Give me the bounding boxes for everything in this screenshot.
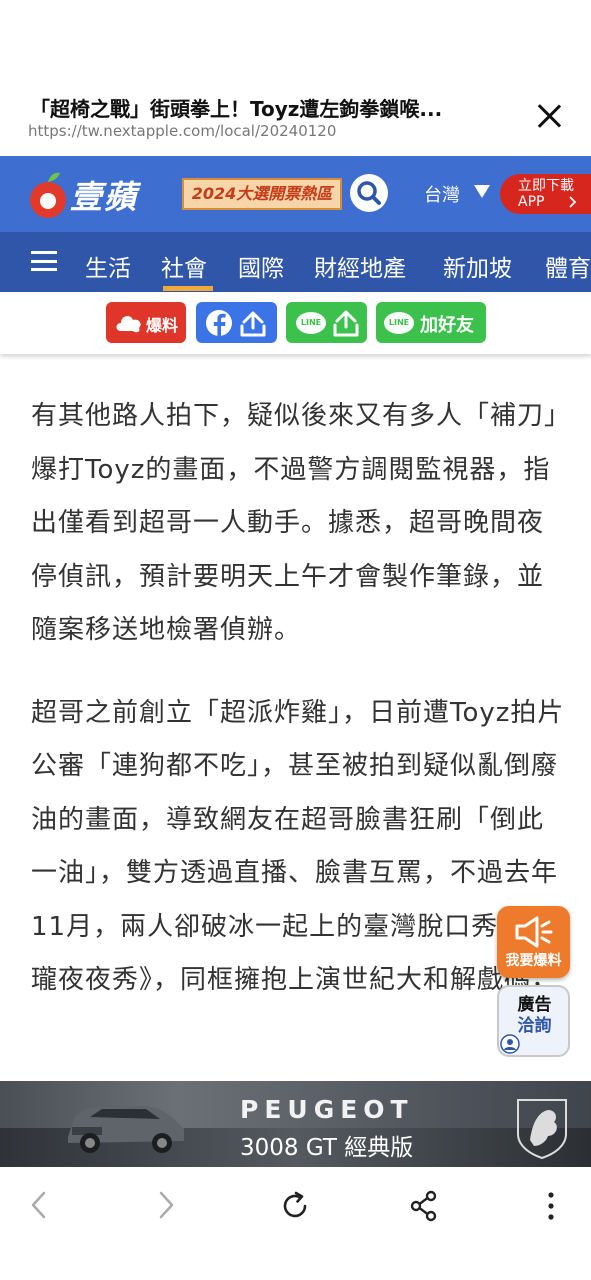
chevron-right-icon [569,196,577,208]
app-button-line2: APP [518,194,545,210]
apple-logo-icon[interactable] [28,170,68,220]
page-url[interactable]: https://tw.nextapple.com/local/20240120 [28,122,336,140]
person-icon [500,1034,520,1054]
region-selector[interactable]: 台灣 [424,181,460,207]
page-title: 「超椅之戰」街頭拳上！Toyz遭左鉤拳鎖喉... [30,97,443,121]
nav-item-singapore[interactable]: 新加坡 [443,249,512,283]
add-friend-label: 加好友 [420,315,474,336]
forward-arrow-icon[interactable] [155,1190,177,1220]
site-logo-text[interactable]: 壹蘋 [70,172,138,218]
ad-model-text: 3008 GT 經典版 [240,1135,414,1161]
line-icon: LINE [384,312,414,334]
article-paragraph: 超哥之前創立「超派炸雞」，日前遭Toyz拍片公審「連狗都不吃」，甚至被拍到疑似亂… [31,697,565,996]
back-arrow-icon[interactable] [28,1190,50,1220]
nav-item-finance[interactable]: 財經地產 [314,249,406,283]
cloud-megaphone-icon [116,316,141,333]
line-icon: LINE [296,312,326,334]
nav-item-sports[interactable]: 體育 [545,249,591,283]
search-button[interactable] [350,174,388,212]
peugeot-lion-logo-icon [517,1099,567,1160]
browser-title-bar: 「超椅之戰」街頭拳上！Toyz遭左鉤拳鎖喉... https://tw.next… [0,0,591,156]
car-image [68,1106,184,1153]
ad-brand-text: PEUGEOT [240,1095,414,1124]
line-share-button[interactable]: LINE [286,302,367,343]
share-upload-icon [333,310,359,337]
nav-item-life[interactable]: 生活 [85,249,131,283]
ad-inquiry-line1: 廣告 [517,995,552,1015]
close-icon[interactable] [530,98,568,136]
megaphone-icon [515,916,553,948]
report-floating-label: 我要爆料 [505,953,562,969]
report-button[interactable]: 爆料 [106,302,186,343]
facebook-share-icon [206,310,266,337]
refresh-icon[interactable] [279,1190,311,1222]
facebook-share-button[interactable] [196,302,277,343]
chevron-down-icon[interactable] [474,185,490,198]
more-options-icon[interactable] [543,1190,559,1222]
ad-inquiry-label: 廣告 洽詢 [507,995,562,1037]
nav-item-international[interactable]: 國際 [238,249,284,283]
report-button-label: 爆料 [146,316,179,335]
active-tab-indicator [163,286,213,291]
article-body: 有其他路人拍下，疑似後來又有多人「補刀」爆打Toyz的畫面，不過警方調閱監視器，… [31,390,566,1037]
browser-bottom-bar [0,1167,591,1280]
share-icon[interactable] [409,1190,439,1222]
app-button-line1: 立即下載 [518,178,574,194]
menu-icon[interactable] [31,251,57,271]
nav-item-society[interactable]: 社會 [161,249,207,283]
article-paragraph: 有其他路人拍下，疑似後來又有多人「補刀」爆打Toyz的畫面，不過警方調閱監視器，… [31,401,559,645]
search-icon [357,181,381,205]
line-add-friend-button[interactable]: LINE 加好友 [376,302,486,343]
election-promo-banner[interactable]: 2024大選開票熱區 [182,178,342,210]
